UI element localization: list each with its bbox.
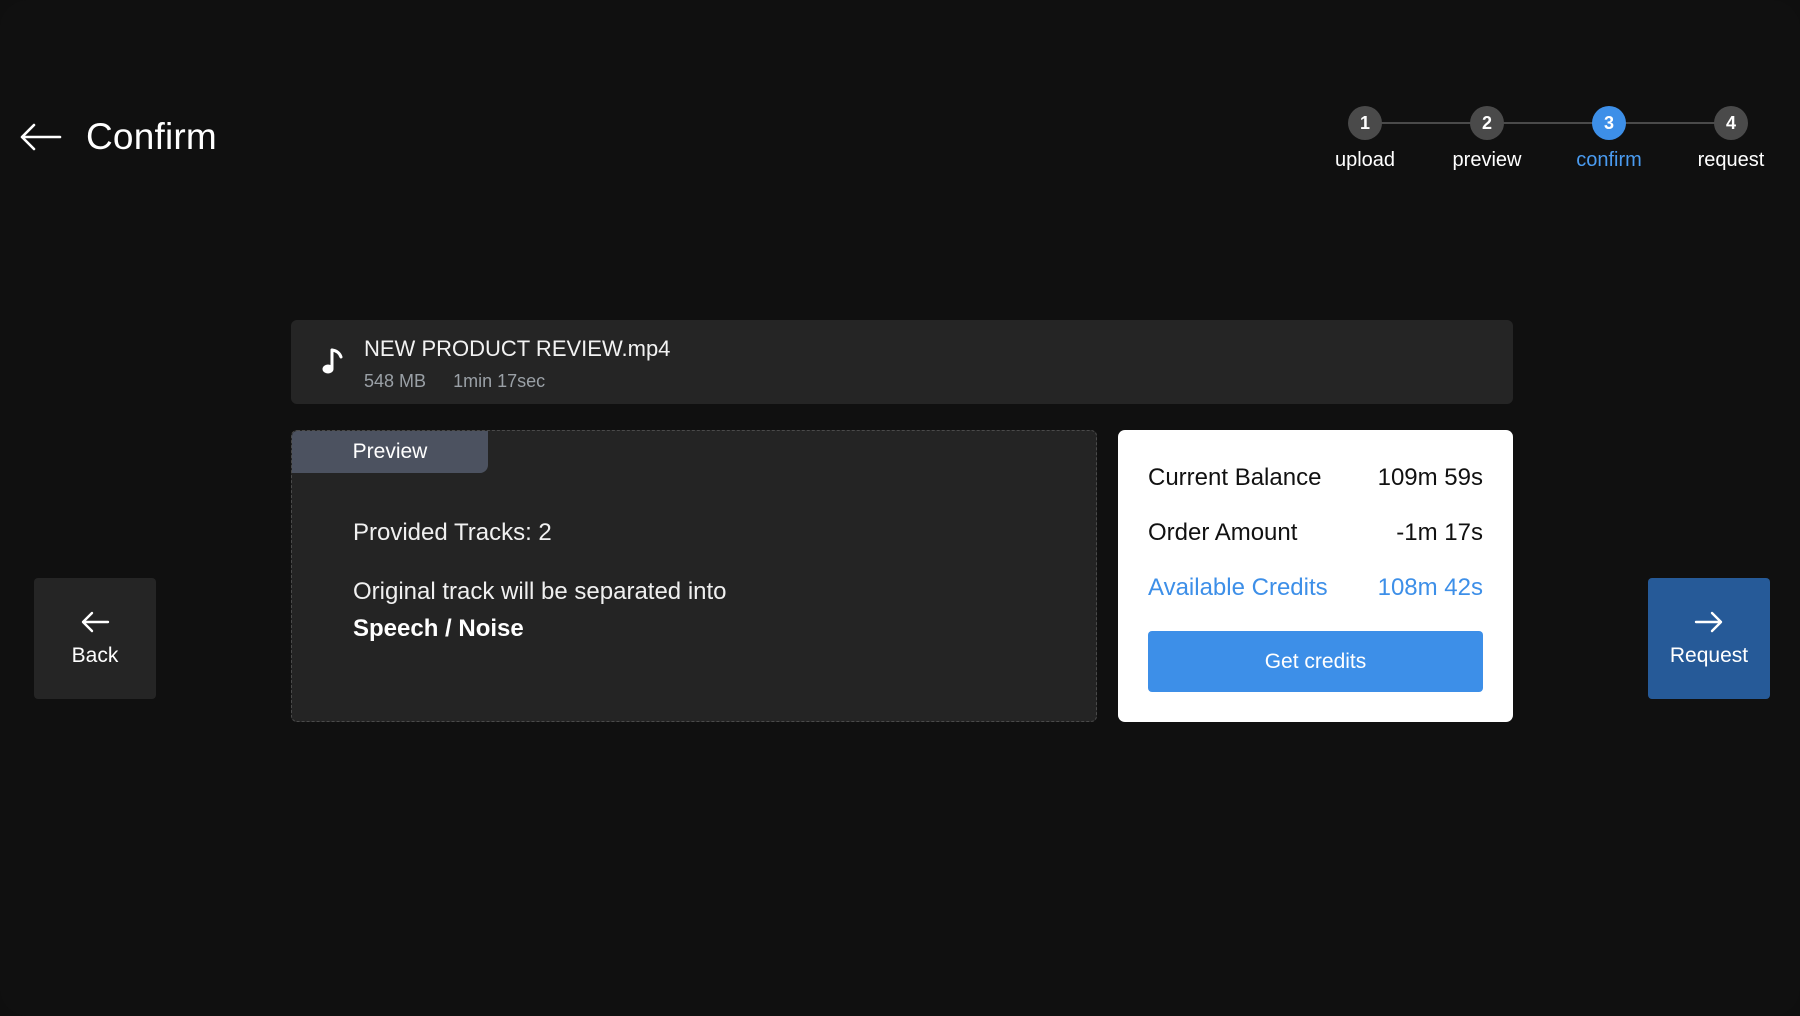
available-credits-row: Available Credits 108m 42s xyxy=(1148,574,1483,602)
file-info-bar: NEW PRODUCT REVIEW.mp4 548 MB 1min 17sec xyxy=(291,320,1513,404)
separation-description: Original track will be separated into Sp… xyxy=(353,573,727,647)
current-balance-row: Current Balance 109m 59s xyxy=(1148,464,1483,492)
preview-tab[interactable]: Preview xyxy=(292,431,488,473)
step-label: preview xyxy=(1452,149,1522,171)
available-credits-label: Available Credits xyxy=(1148,574,1328,601)
arrow-right-icon xyxy=(1694,611,1723,632)
progress-stepper: 1 upload 2 preview 3 confirm 4 request xyxy=(1305,106,1800,176)
back-button[interactable]: Back xyxy=(34,578,156,699)
page-header: Confirm xyxy=(18,116,217,158)
step-label: confirm xyxy=(1576,149,1642,171)
page-title: Confirm xyxy=(86,116,217,157)
file-name: NEW PRODUCT REVIEW.mp4 xyxy=(364,336,671,361)
request-button-label: Request xyxy=(1669,643,1749,667)
back-button-label: Back xyxy=(71,643,119,667)
current-balance-label: Current Balance xyxy=(1148,464,1322,491)
get-credits-button[interactable]: Get credits xyxy=(1148,631,1483,692)
music-note-icon xyxy=(322,348,343,374)
file-meta: 548 MB 1min 17sec xyxy=(364,371,545,392)
step-number: 4 xyxy=(1714,106,1748,140)
available-credits-value: 108m 42s xyxy=(1377,574,1483,601)
order-amount-value: -1m 17s xyxy=(1396,519,1483,546)
order-amount-label: Order Amount xyxy=(1148,519,1298,546)
arrow-left-icon xyxy=(81,611,110,632)
step-number: 3 xyxy=(1592,106,1626,140)
separation-types: Speech / Noise xyxy=(353,615,524,642)
step-number: 1 xyxy=(1348,106,1382,140)
order-amount-row: Order Amount -1m 17s xyxy=(1148,519,1483,547)
step-label: request xyxy=(1697,149,1765,171)
file-size: 548 MB xyxy=(364,371,427,391)
file-duration: 1min 17sec xyxy=(453,371,546,391)
app-window: Confirm 1 upload 2 preview 3 confirm 4 r… xyxy=(0,0,1800,1016)
request-button[interactable]: Request xyxy=(1648,578,1770,699)
step-upload: 1 upload xyxy=(1305,106,1425,172)
current-balance-value: 109m 59s xyxy=(1377,464,1483,491)
arrow-left-icon[interactable] xyxy=(18,122,62,152)
step-label: upload xyxy=(1334,149,1396,171)
balance-card: Current Balance 109m 59s Order Amount -1… xyxy=(1118,430,1513,722)
preview-panel: Preview Provided Tracks: 2 Original trac… xyxy=(291,430,1097,722)
step-confirm: 3 confirm xyxy=(1549,106,1669,172)
separation-intro: Original track will be separated into xyxy=(353,578,727,605)
step-preview: 2 preview xyxy=(1427,106,1547,172)
provided-tracks-text: Provided Tracks: 2 xyxy=(353,519,552,546)
step-number: 2 xyxy=(1470,106,1504,140)
step-request: 4 request xyxy=(1671,106,1791,172)
